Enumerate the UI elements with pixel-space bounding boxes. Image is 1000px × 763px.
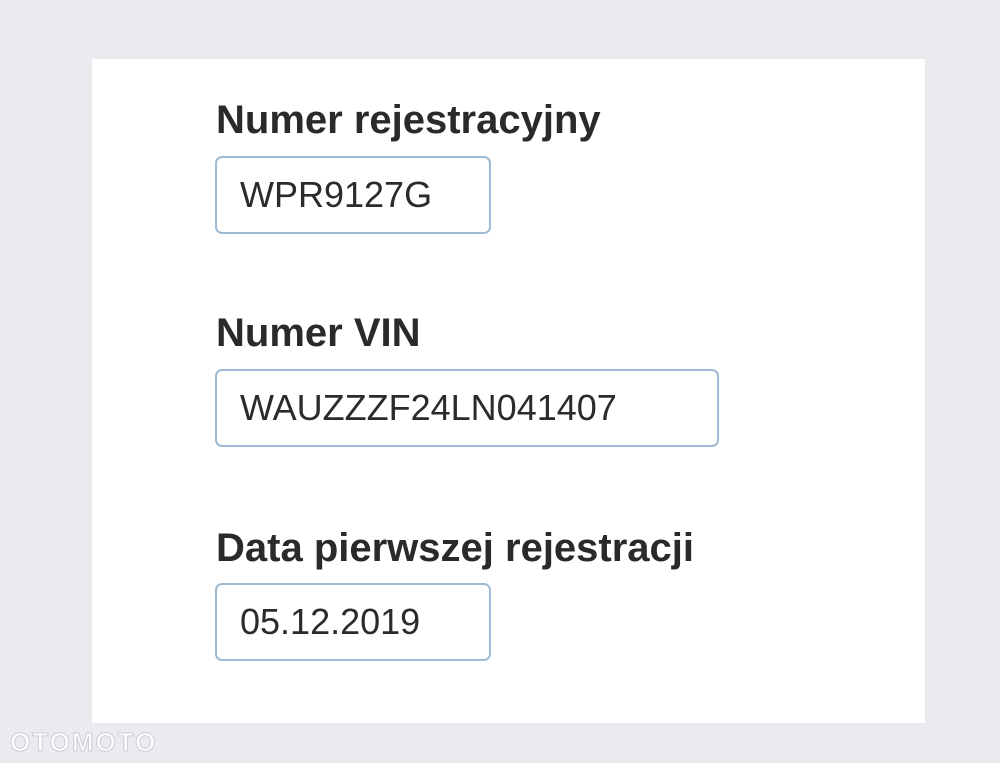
first-registration-date-field[interactable]: 05.12.2019 [215, 583, 491, 661]
vin-number-field[interactable]: WAUZZZF24LN041407 [215, 369, 719, 447]
registration-number-field[interactable]: WPR9127G [215, 156, 491, 234]
registration-number-label: Numer rejestracyjny [216, 98, 601, 142]
first-registration-date-label: Data pierwszej rejestracji [216, 526, 695, 570]
otomoto-watermark: OTOMOTO [9, 727, 158, 758]
vin-number-label: Numer VIN [216, 311, 421, 355]
